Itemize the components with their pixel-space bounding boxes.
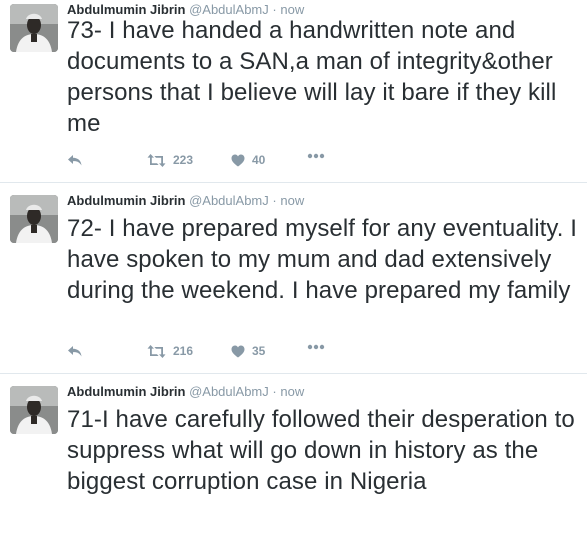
profile-photo xyxy=(10,386,58,434)
reply-button[interactable] xyxy=(67,344,83,358)
heart-icon xyxy=(231,154,245,166)
more-button[interactable] xyxy=(307,153,325,159)
separator: · xyxy=(272,193,277,208)
reply-icon xyxy=(68,346,82,357)
tweet[interactable]: Abdulmumin Jibrin @AbdulAbmJ · now 71-I … xyxy=(0,374,587,554)
timestamp[interactable]: now xyxy=(280,193,304,208)
like-count: 40 xyxy=(252,153,266,167)
author-name[interactable]: Abdulmumin Jibrin xyxy=(67,193,185,208)
timestamp[interactable]: now xyxy=(280,384,304,399)
retweet-icon xyxy=(147,344,166,358)
heart-icon xyxy=(231,345,245,357)
avatar[interactable] xyxy=(10,195,58,243)
tweet-text: 73- I have handed a handwritten note and… xyxy=(67,17,557,137)
retweet-button[interactable]: 223 xyxy=(147,153,193,167)
avatar[interactable] xyxy=(10,4,58,52)
tweet-header: Abdulmumin Jibrin @AbdulAbmJ · now xyxy=(67,384,304,400)
author-handle[interactable]: @AbdulAbmJ xyxy=(189,193,269,208)
separator: · xyxy=(272,384,277,399)
retweet-count: 223 xyxy=(173,153,194,167)
like-button[interactable]: 35 xyxy=(231,344,265,358)
more-button[interactable] xyxy=(307,344,325,350)
retweet-button[interactable]: 216 xyxy=(147,344,193,358)
tweet-header: Abdulmumin Jibrin @AbdulAbmJ · now xyxy=(67,193,304,209)
profile-photo xyxy=(10,195,58,243)
reply-icon xyxy=(68,155,82,166)
reply-button[interactable] xyxy=(67,153,83,167)
timeline: Abdulmumin Jibrin @AbdulAbmJ · now 73- I… xyxy=(0,0,587,544)
more-icon xyxy=(307,153,325,159)
author-handle[interactable]: @AbdulAbmJ xyxy=(189,384,269,399)
profile-photo xyxy=(10,4,58,52)
retweet-icon xyxy=(147,153,166,167)
author-name[interactable]: Abdulmumin Jibrin xyxy=(67,384,185,399)
tweet[interactable]: Abdulmumin Jibrin @AbdulAbmJ · now 72- I… xyxy=(0,183,587,374)
like-count: 35 xyxy=(252,344,266,358)
tweet-text: 72- I have prepared myself for any event… xyxy=(67,215,578,304)
tweet-text: 71-I have carefully followed their despe… xyxy=(67,406,575,495)
tweet[interactable]: Abdulmumin Jibrin @AbdulAbmJ · now 73- I… xyxy=(0,0,587,183)
more-icon xyxy=(307,344,325,350)
retweet-count: 216 xyxy=(173,344,194,358)
avatar[interactable] xyxy=(10,386,58,434)
like-button[interactable]: 40 xyxy=(231,153,265,167)
